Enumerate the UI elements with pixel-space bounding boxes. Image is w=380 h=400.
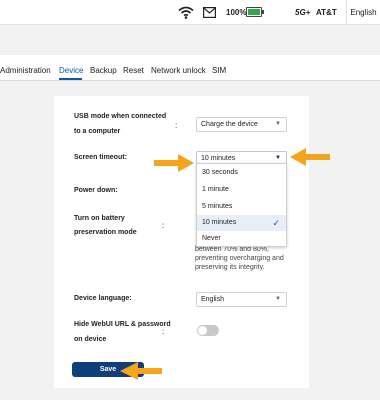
battery-preservation-label: Turn on battery: [74, 215, 125, 222]
wifi-icon: [178, 6, 194, 19]
carrier-name: AT&T: [316, 8, 337, 17]
option-label: Never: [202, 235, 221, 242]
screen-timeout-label: Screen timeout:: [74, 154, 127, 161]
battery-preservation-label-line2: preservation mode: [74, 229, 137, 236]
tab-network-unlock[interactable]: Network unlock: [151, 66, 206, 75]
colon: :: [162, 221, 165, 230]
option-label: 1 minute: [202, 186, 229, 193]
dropdown-option-10-minutes[interactable]: 10 minutes ✓: [197, 215, 286, 231]
colon: :: [175, 121, 178, 130]
usb-mode-value: Charge the device: [201, 121, 258, 128]
mail-icon[interactable]: [203, 7, 216, 18]
tab-reset[interactable]: Reset: [123, 66, 144, 75]
chevron-down-icon: ▼: [275, 121, 281, 127]
tab-administration[interactable]: Administration: [0, 66, 51, 75]
tab-device[interactable]: Device: [59, 66, 83, 75]
device-language-label: Device language:: [74, 295, 132, 302]
battery-preservation-description: between 70% and 80%, preventing overchar…: [195, 246, 284, 271]
hide-webui-label: Hide WebUI URL & password: [74, 321, 171, 328]
settings-tabs: Administration Device Backup Reset Netwo…: [0, 55, 380, 81]
option-label: 10 minutes: [202, 219, 237, 226]
active-tab-indicator: [59, 78, 82, 80]
tab-backup[interactable]: Backup: [90, 66, 117, 75]
usb-mode-label-line2: to a computer: [74, 128, 121, 135]
battery-icon: [246, 7, 264, 17]
checkmark-icon: ✓: [272, 218, 280, 228]
option-label: 5 minutes: [202, 203, 233, 210]
colon: :: [162, 327, 165, 336]
language-selector[interactable]: English: [346, 0, 380, 25]
chevron-down-icon: ▼: [275, 296, 281, 302]
battery-percentage: 100%: [226, 8, 247, 17]
tab-sim[interactable]: SIM: [212, 66, 226, 75]
device-language-value: English: [201, 296, 224, 303]
option-label: 30 seconds: [202, 169, 238, 176]
screen-timeout-value: 10 minutes: [201, 155, 236, 162]
dropdown-option-5-minutes[interactable]: 5 minutes: [197, 199, 286, 215]
device-language-select[interactable]: English ▼: [196, 292, 287, 307]
hide-webui-label-line2: on device: [74, 336, 107, 343]
usb-mode-select[interactable]: Charge the device ▼: [196, 117, 287, 132]
usb-mode-label: USB mode when connected: [74, 113, 167, 120]
toggle-knob: [198, 326, 207, 335]
dropdown-option-1-minute[interactable]: 1 minute: [197, 182, 286, 198]
power-down-label: Power down:: [74, 187, 118, 194]
dropdown-option-never[interactable]: Never: [197, 231, 286, 247]
arrow-right-icon: [154, 154, 194, 172]
hide-webui-toggle[interactable]: [197, 325, 219, 336]
arrow-left-icon: [290, 148, 330, 166]
arrow-left-icon: [120, 362, 162, 380]
network-type: 5G+: [295, 8, 311, 17]
status-bar: 100% 5G+ AT&T English: [0, 0, 380, 25]
dropdown-option-30-seconds[interactable]: 30 seconds: [197, 165, 286, 181]
screen-timeout-dropdown: 30 seconds 1 minute 5 minutes 10 minutes…: [196, 163, 287, 247]
